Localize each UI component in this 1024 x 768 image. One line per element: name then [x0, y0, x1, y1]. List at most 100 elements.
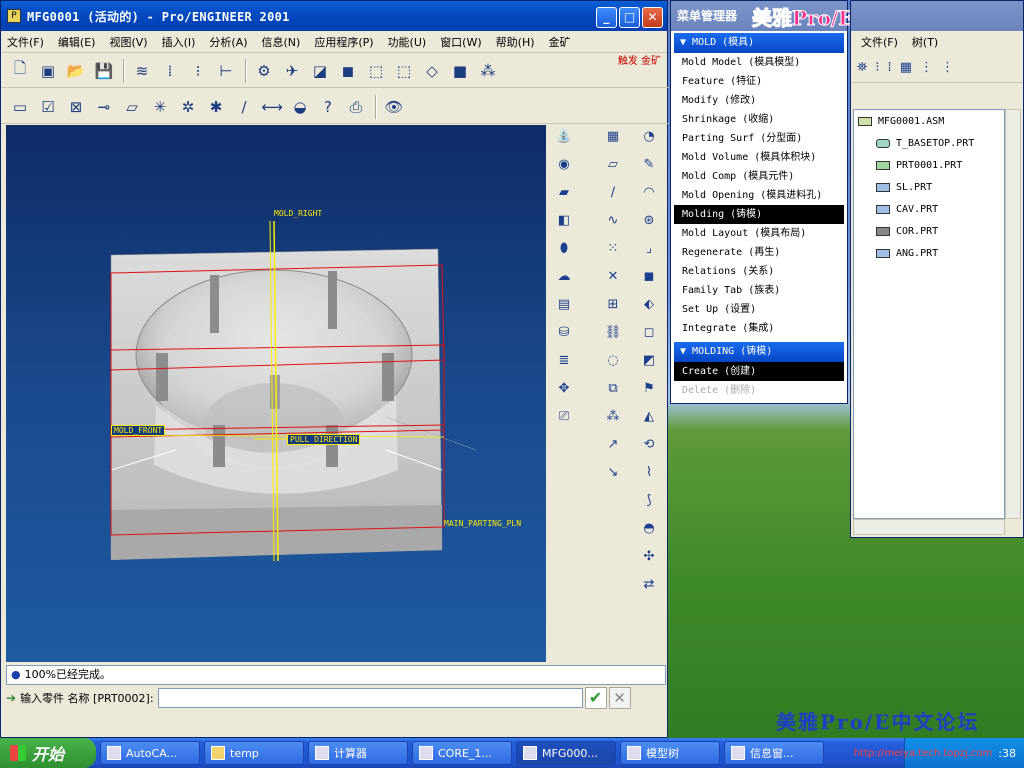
csys-icon[interactable]: ✱: [203, 94, 229, 120]
mm-mold-comp[interactable]: Mold Comp (模具元件): [674, 167, 844, 186]
shell-tool-icon[interactable]: ◻: [638, 321, 660, 343]
datum-plane-tool-icon[interactable]: ▦: [602, 125, 624, 147]
cancel-x-icon[interactable]: ✕: [608, 687, 631, 709]
volume-icon[interactable]: ⬮: [553, 237, 575, 259]
whats-this-icon[interactable]: ?: [315, 94, 341, 120]
mm-regenerate[interactable]: Regenerate (再生): [674, 243, 844, 262]
tree-node-sl[interactable]: SL.PRT: [876, 182, 932, 193]
curve-tool-icon[interactable]: ∿: [602, 209, 624, 231]
no-hidden-icon[interactable]: ◇: [419, 58, 445, 84]
link-tool-icon[interactable]: ⛓: [602, 321, 624, 343]
shrinkage-icon[interactable]: ▰: [553, 181, 575, 203]
mm-feature[interactable]: Feature (特征): [674, 72, 844, 91]
mold-menu-header[interactable]: ▼ MOLD (模具): [674, 33, 844, 53]
save-icon[interactable]: 💾: [91, 58, 117, 84]
edit-tool-icon[interactable]: ✎: [638, 153, 660, 175]
model-tree-titlebar[interactable]: [851, 1, 1023, 31]
mm-mold-opening[interactable]: Mold Opening (模具进料孔): [674, 186, 844, 205]
print-icon[interactable]: ⎙: [343, 94, 369, 120]
quilt-tool-icon[interactable]: ✣: [638, 545, 660, 567]
offset-tool-icon[interactable]: ⊞: [602, 293, 624, 315]
check-window-icon[interactable]: ☑: [35, 94, 61, 120]
axis-tool-icon[interactable]: ✕: [602, 265, 624, 287]
datum-display-icon[interactable]: ⁂: [475, 58, 501, 84]
tree-horizontal-scrollbar[interactable]: [853, 519, 1005, 535]
regenerate-icon[interactable]: ⚙: [251, 58, 277, 84]
merge-tool-icon[interactable]: ⇄: [638, 573, 660, 595]
task-autocad[interactable]: AutoCA...: [100, 741, 200, 765]
tree-node-ang[interactable]: ANG.PRT: [876, 248, 938, 259]
menu-edit[interactable]: 编辑(E): [58, 34, 96, 50]
task-temp[interactable]: temp: [204, 741, 304, 765]
menu-applications[interactable]: 应用程序(P): [314, 34, 373, 50]
tree-menu-tree[interactable]: 树(T): [912, 34, 938, 50]
menu-utilities[interactable]: 功能(U): [388, 34, 427, 50]
close-button[interactable]: ✕: [642, 7, 663, 28]
mm-parting-surf[interactable]: Parting Surf (分型面): [674, 129, 844, 148]
sweep-tool-icon[interactable]: ⌇: [638, 461, 660, 483]
tree-collapse-icon[interactable]: ⋮: [941, 60, 954, 75]
section-icon[interactable]: ◒: [287, 94, 313, 120]
point-tool-icon[interactable]: ⁙: [602, 237, 624, 259]
tree-filter-icon[interactable]: ⁝: [875, 60, 879, 75]
drill-tool-icon[interactable]: ⊛: [638, 209, 660, 231]
axis-icon[interactable]: ⊸: [91, 94, 117, 120]
sketch-tool-icon[interactable]: ◔: [638, 125, 660, 147]
split-icon[interactable]: ☁: [553, 265, 575, 287]
hidden-line-icon[interactable]: ⬚: [391, 58, 417, 84]
part-name-input[interactable]: [157, 688, 583, 708]
mm-integrate[interactable]: Integrate (集成): [674, 319, 844, 338]
menu-file[interactable]: 文件(F): [7, 34, 44, 50]
move-tool-icon[interactable]: ↗: [602, 433, 624, 455]
view-icon[interactable]: 👁: [381, 94, 407, 120]
tree-root-node[interactable]: MFG0001.ASM: [858, 116, 944, 127]
wireframe-icon[interactable]: ⬚: [363, 58, 389, 84]
mm-family-tab[interactable]: Family Tab (族表): [674, 281, 844, 300]
workpiece-icon[interactable]: ◉: [553, 153, 575, 175]
tree-node-prt0001[interactable]: PRT0001.PRT: [876, 160, 962, 171]
mm-relations[interactable]: Relations (关系): [674, 262, 844, 281]
mm-mold-layout[interactable]: Mold Layout (模具布局): [674, 224, 844, 243]
menu-jinkuang[interactable]: 金矿: [549, 34, 571, 50]
open-mold-icon[interactable]: ⎚: [553, 405, 575, 427]
spin-center-icon[interactable]: ✈: [279, 58, 305, 84]
pattern-tool-icon[interactable]: ⁂: [602, 405, 624, 427]
task-mfg0001[interactable]: MFG000...: [516, 741, 616, 765]
main-titlebar[interactable]: P MFG0001 (活动的) - Pro/ENGINEER 2001 _ □ …: [1, 1, 667, 31]
mm-set-up[interactable]: Set Up (设置): [674, 300, 844, 319]
task-model-tree[interactable]: 模型树: [620, 741, 720, 765]
extract-icon[interactable]: ▤: [553, 293, 575, 315]
plane-tool-icon[interactable]: ▱: [602, 153, 624, 175]
arc-tool-icon[interactable]: ◠: [638, 181, 660, 203]
datum-axis-icon[interactable]: ✳: [147, 94, 173, 120]
mirror-tool-icon[interactable]: ↘: [602, 461, 624, 483]
copy-tool-icon[interactable]: ⧉: [602, 377, 624, 399]
datum-point-icon[interactable]: ✲: [175, 94, 201, 120]
refit-icon[interactable]: ◪: [307, 58, 333, 84]
molding-menu-header[interactable]: ▼ MOLDING (铸模): [674, 342, 844, 362]
tree-vertical-scrollbar[interactable]: [1005, 109, 1021, 519]
parting-surface-icon[interactable]: ◧: [553, 209, 575, 231]
corner-tool-icon[interactable]: ⌟: [638, 237, 660, 259]
menu-window[interactable]: 窗口(W): [440, 34, 481, 50]
menu-analysis[interactable]: 分析(A): [209, 34, 247, 50]
new-file-icon[interactable]: 🗋: [7, 58, 33, 84]
task-calculator[interactable]: 计算器: [308, 741, 408, 765]
mm-modify[interactable]: Modify (修改): [674, 91, 844, 110]
flag-tool-icon[interactable]: ⚑: [638, 377, 660, 399]
task-core[interactable]: CORE_1...: [412, 741, 512, 765]
maximize-button[interactable]: □: [619, 7, 640, 28]
filter-icon[interactable]: ⊢: [213, 58, 239, 84]
menu-help[interactable]: 帮助(H): [496, 34, 535, 50]
mold-model-icon[interactable]: ⛲: [553, 125, 575, 147]
close-window-icon[interactable]: ⊠: [63, 94, 89, 120]
surface-tool-icon[interactable]: ◓: [638, 517, 660, 539]
minimize-button[interactable]: _: [596, 7, 617, 28]
mm-create[interactable]: Create (创建): [674, 362, 844, 381]
tree-expand-icon[interactable]: ⋮: [920, 60, 933, 75]
layers-icon[interactable]: ≋: [129, 58, 155, 84]
mm-shrinkage[interactable]: Shrinkage (收缩): [674, 110, 844, 129]
chamfer-tool-icon[interactable]: ⬖: [638, 293, 660, 315]
start-button[interactable]: 开始: [0, 738, 96, 768]
window-icon[interactable]: ▭: [7, 94, 33, 120]
